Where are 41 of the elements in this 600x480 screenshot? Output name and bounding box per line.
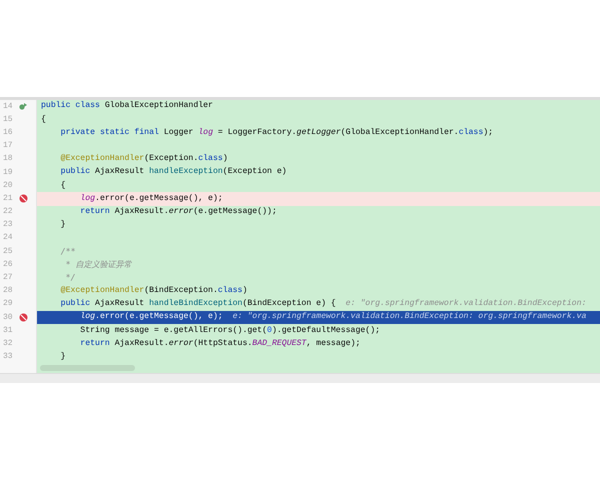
code-line: } <box>60 353 66 362</box>
code-line: log.error(e.getMessage(), e); <box>79 194 223 203</box>
line-number: 26 <box>2 258 14 271</box>
line-number: 33 <box>2 351 14 364</box>
code-line: { <box>60 182 66 190</box>
line-number: 22 <box>2 206 14 218</box>
code-line: public AjaxResult handleBindException(BindException e) { e: "org.springframework.validation.BindException: <box>60 300 586 308</box>
line-number: 16 <box>2 126 14 139</box>
code-line: return AjaxResult.error(e.getMessage()); <box>79 208 277 216</box>
code-comment: /** <box>60 246 76 257</box>
line-number: 21 <box>2 192 14 205</box>
line-number: 31 <box>2 324 14 337</box>
code-line: return AjaxResult.error(HttpStatus.BAD_REQUEST, message); <box>79 340 360 348</box>
breakpoint-icon[interactable] <box>19 313 28 322</box>
line-number: 19 <box>2 166 14 179</box>
code-line: String message = e.getAllErrors().get(0).getDefaultMessage(); <box>79 326 380 335</box>
line-number: 32 <box>2 338 14 350</box>
line-number: 17 <box>2 140 14 152</box>
code-line: @ExceptionHandler(Exception.class) <box>60 155 228 164</box>
code-line: @ExceptionHandler(BindException.class) <box>60 287 248 296</box>
code-line: { <box>41 116 46 124</box>
code-line: log.error(e.getMessage(), e); e: "org.springframework.validation.BindException: org.springframework.va <box>79 313 586 322</box>
line-number: 18 <box>2 153 14 166</box>
line-number: 28 <box>2 285 14 298</box>
line-number: 29 <box>2 298 14 310</box>
code-comment: */ <box>64 272 76 284</box>
line-number: 30 <box>2 312 14 324</box>
code-line: public class GlobalExceptionHandler <box>41 102 213 111</box>
line-number: 14 <box>2 100 14 113</box>
line-number: 27 <box>2 272 14 284</box>
line-number: 23 <box>2 219 14 232</box>
line-number: 24 <box>2 232 14 244</box>
line-number: 15 <box>2 114 14 126</box>
breakpoint-icon[interactable] <box>19 194 28 204</box>
line-number: 20 <box>2 180 14 192</box>
line-number: 25 <box>2 246 14 258</box>
implements-icon[interactable] <box>19 102 28 112</box>
code-line: private static final Logger log = LoggerFactory.getLogger(GlobalExceptionHandler.class); <box>60 128 494 138</box>
code-line: } <box>60 221 66 230</box>
code-line: public AjaxResult handleException(Exception e) <box>60 168 287 177</box>
code-comment: * 自定义验证异常 <box>64 260 132 270</box>
